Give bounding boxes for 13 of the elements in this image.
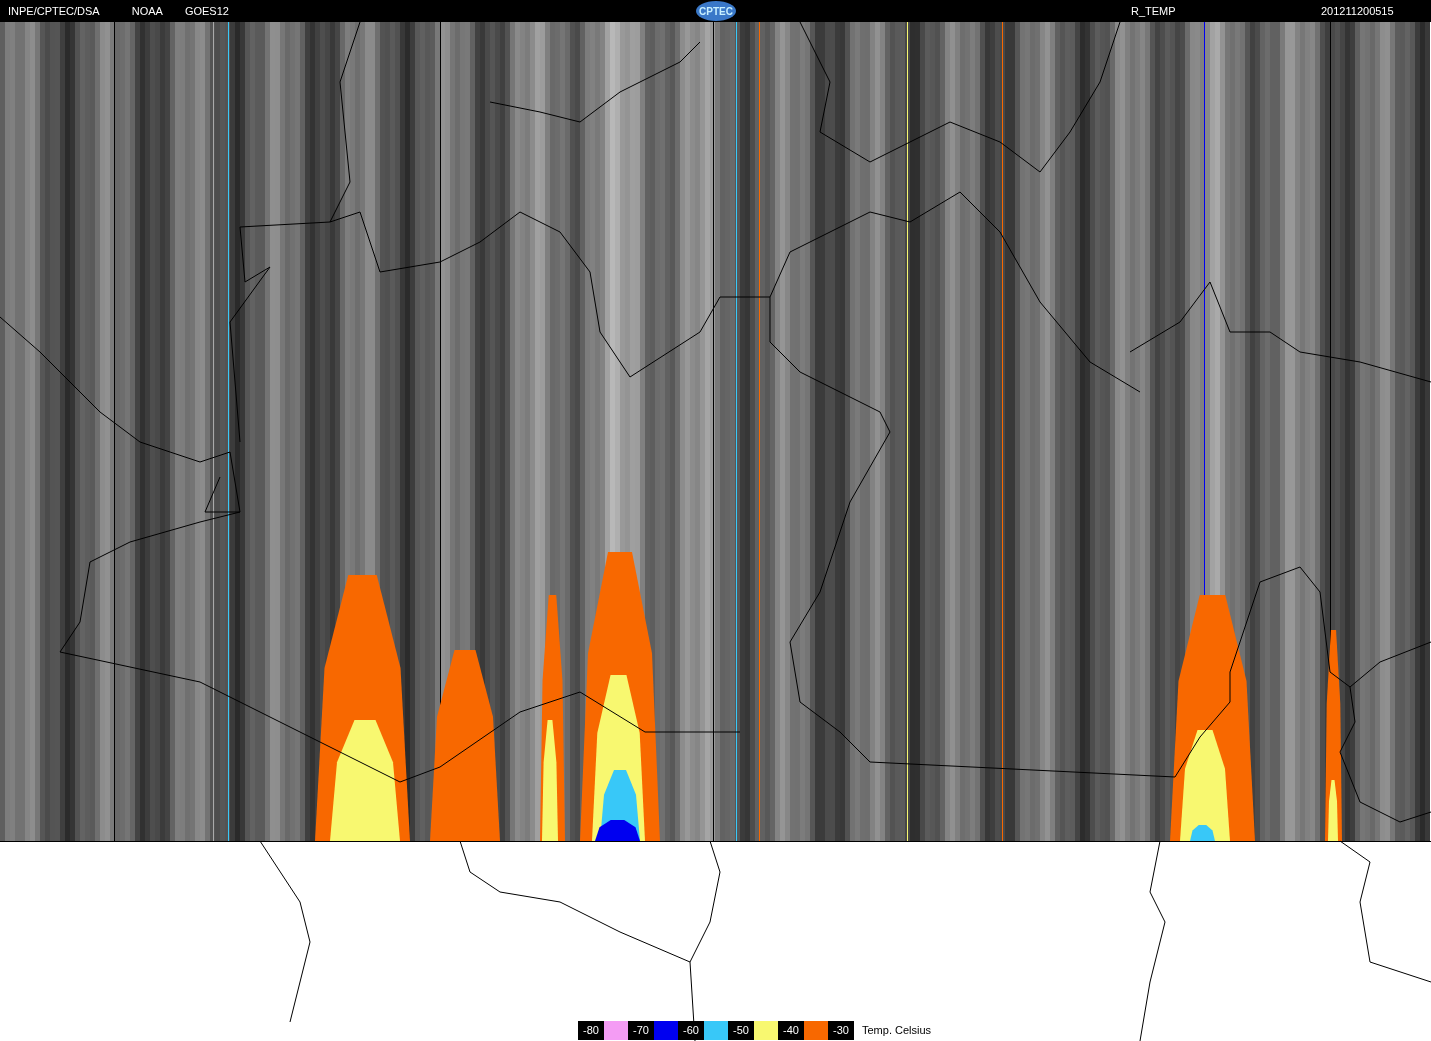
logo: CPTEC	[696, 1, 736, 21]
timestamp-label: 201211200515	[1321, 3, 1394, 19]
source-label: INPE/CPTEC/DSA	[8, 3, 100, 19]
legend-value: -60	[678, 1021, 704, 1040]
agency-label: NOAA	[131, 3, 163, 19]
legend-value: -30	[828, 1021, 854, 1040]
legend-value: -80	[578, 1021, 604, 1040]
product-label: R_TEMP	[1131, 3, 1176, 19]
legend-value: -50	[728, 1021, 754, 1040]
legend-value: -70	[628, 1021, 654, 1040]
legend-unit: Temp. Celsius	[862, 1023, 932, 1039]
legend-value: -40	[778, 1021, 804, 1040]
satellite-label: GOES12	[184, 3, 229, 19]
